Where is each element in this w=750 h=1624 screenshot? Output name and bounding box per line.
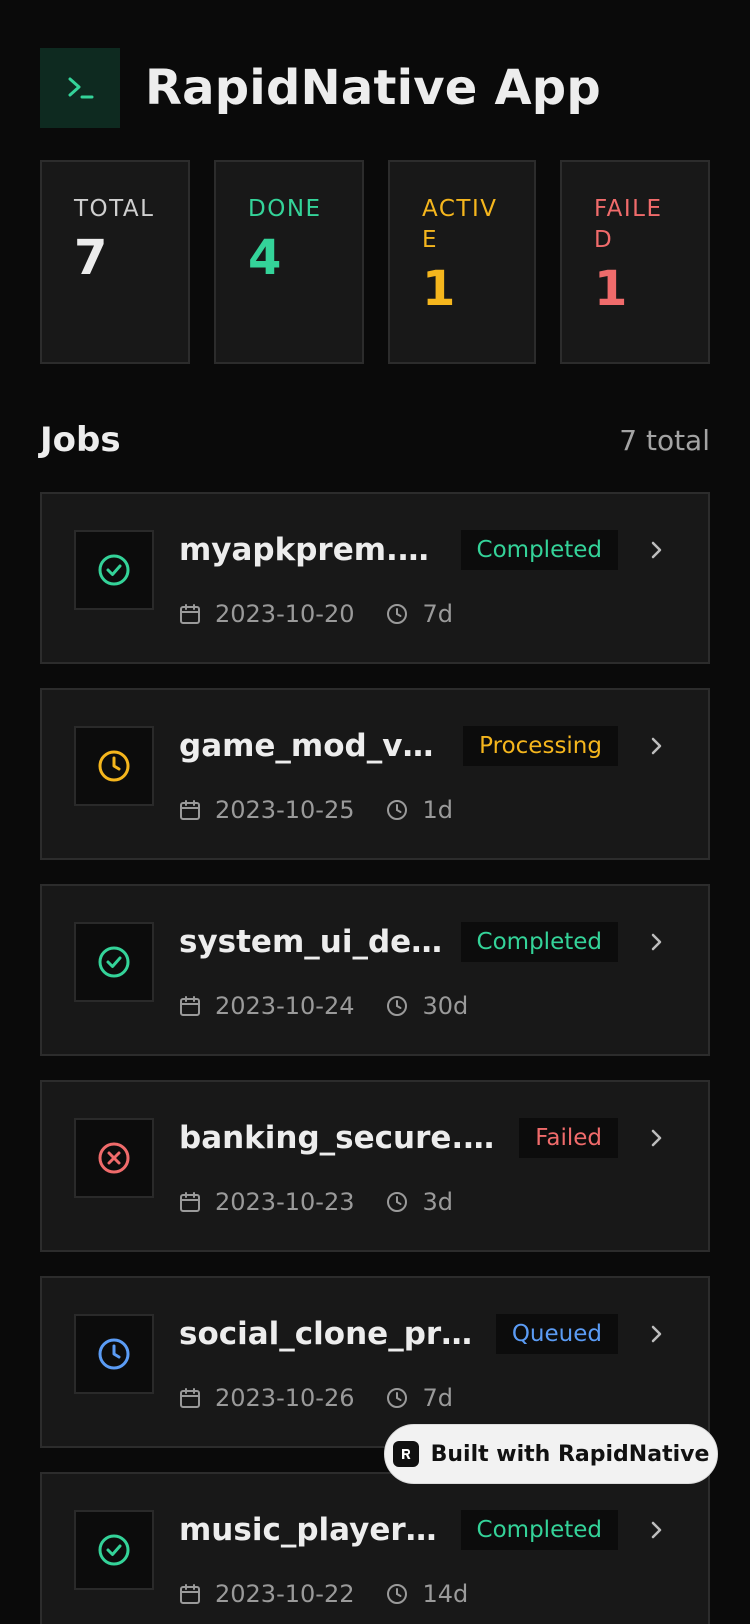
chevron-right-icon	[651, 737, 662, 755]
app-header: RapidNative App	[40, 48, 601, 128]
jobs-section-header: Jobs 7 total	[40, 420, 710, 460]
job-name: music_player_pro.apk	[179, 1512, 449, 1548]
job-name: system_ui_debug.apk	[179, 924, 449, 960]
stat-value: 4	[248, 230, 282, 286]
job-card[interactable]: myapkprem.apk Completed 2023-10-20 7d	[40, 492, 710, 664]
calendar-icon	[180, 1388, 200, 1408]
clock-icon	[387, 800, 408, 820]
built-with-badge[interactable]: Built with RapidNative	[384, 1424, 718, 1484]
job-card[interactable]: system_ui_debug.apk Completed 2023-10-24…	[40, 884, 710, 1056]
job-date: 2023-10-24	[215, 992, 355, 1020]
stat-failed: FAILED 1	[560, 160, 710, 364]
calendar-icon	[180, 1584, 200, 1604]
stat-value: 1	[422, 261, 456, 317]
status-badge: Completed	[460, 530, 618, 570]
job-card[interactable]: game_mod_v2.apk Processing 2023-10-25 1d	[40, 688, 710, 860]
stat-label: ACTIVE	[422, 196, 498, 253]
check-circle-icon	[74, 922, 154, 1002]
chevron-right-icon	[651, 541, 662, 559]
job-card[interactable]: banking_secure.apk Failed 2023-10-23 3d	[40, 1080, 710, 1252]
stat-label: FAILED	[594, 196, 663, 253]
app-title: RapidNative App	[145, 60, 601, 116]
chevron-right-icon	[651, 1129, 662, 1147]
job-duration: 14d	[422, 1580, 469, 1608]
clock-icon	[74, 726, 154, 806]
job-date: 2023-10-23	[215, 1188, 355, 1216]
clock-icon	[387, 1192, 408, 1212]
check-circle-icon	[74, 530, 154, 610]
chevron-right-icon	[651, 1521, 662, 1539]
job-date: 2023-10-22	[215, 1580, 355, 1608]
job-date: 2023-10-25	[215, 796, 355, 824]
page: RapidNative App TOTAL 7 DONE 4 ACTIVE 1 …	[0, 0, 750, 1624]
stats-row: TOTAL 7 DONE 4 ACTIVE 1 FAILED 1	[40, 160, 710, 364]
job-meta: 2023-10-25 1d	[179, 796, 453, 824]
chevron-right-icon	[651, 1325, 662, 1343]
stat-done: DONE 4	[214, 160, 364, 364]
status-badge: Failed	[519, 1118, 618, 1158]
job-meta: 2023-10-20 7d	[179, 600, 453, 628]
job-date: 2023-10-26	[215, 1384, 355, 1412]
rapidnative-logo-icon	[392, 1441, 419, 1467]
check-circle-icon	[74, 1510, 154, 1590]
job-name: social_clone_pro.apk	[179, 1316, 474, 1352]
status-badge: Completed	[460, 922, 618, 962]
clock-icon	[387, 996, 408, 1016]
job-meta: 2023-10-24 30d	[179, 992, 468, 1020]
calendar-icon	[180, 604, 200, 624]
job-card[interactable]: social_clone_pro.apk Queued 2023-10-26 7…	[40, 1276, 710, 1448]
job-meta: 2023-10-22 14d	[179, 1580, 468, 1608]
job-meta: 2023-10-23 3d	[179, 1188, 453, 1216]
section-title: Jobs	[40, 420, 121, 460]
calendar-icon	[180, 1192, 200, 1212]
calendar-icon	[180, 800, 200, 820]
clock-icon	[74, 1314, 154, 1394]
stat-value: 7	[74, 230, 108, 286]
job-name: game_mod_v2.apk	[179, 728, 449, 764]
job-date: 2023-10-20	[215, 600, 355, 628]
stat-label: DONE	[248, 196, 322, 222]
clock-icon	[387, 1388, 408, 1408]
x-circle-icon	[74, 1118, 154, 1198]
status-badge: Completed	[460, 1510, 618, 1550]
stat-total: TOTAL 7	[40, 160, 190, 364]
stat-value: 1	[594, 261, 628, 317]
chevron-right-icon	[651, 933, 662, 951]
calendar-icon	[180, 996, 200, 1016]
status-badge: Processing	[463, 726, 618, 766]
job-duration: 7d	[422, 1384, 453, 1412]
job-duration: 7d	[422, 600, 453, 628]
job-name: banking_secure.apk	[179, 1120, 509, 1156]
stat-active: ACTIVE 1	[388, 160, 536, 364]
section-count: 7 total	[619, 423, 710, 457]
stat-label: TOTAL	[74, 196, 155, 222]
clock-icon	[387, 604, 408, 624]
job-meta: 2023-10-26 7d	[179, 1384, 453, 1412]
job-name: myapkprem.apk	[179, 532, 449, 568]
terminal-icon	[40, 48, 120, 128]
clock-icon	[387, 1584, 408, 1604]
job-card[interactable]: music_player_pro.apk Completed 2023-10-2…	[40, 1472, 710, 1624]
job-duration: 3d	[422, 1188, 453, 1216]
status-badge: Queued	[495, 1314, 618, 1354]
job-duration: 30d	[422, 992, 469, 1020]
job-duration: 1d	[422, 796, 453, 824]
built-with-label: Built with RapidNative	[430, 1441, 710, 1467]
